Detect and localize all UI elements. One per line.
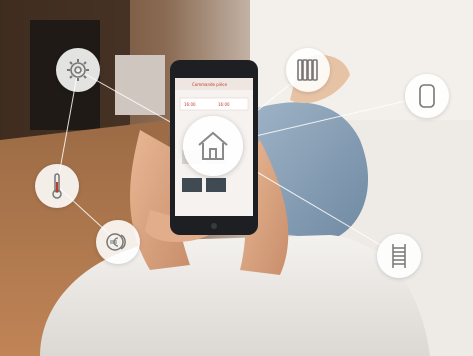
home-icon <box>198 131 228 160</box>
towel-rail-icon <box>392 244 406 268</box>
photo-scene: Commande pièce 16:00 16:00 <box>0 0 473 356</box>
gear-icon <box>67 59 89 81</box>
boiler-bubble <box>405 74 449 118</box>
thermometer-bubble <box>35 164 79 208</box>
euro-coins-icon <box>106 233 126 251</box>
gear-bubble <box>56 48 100 92</box>
phone-tab-right: 16:00 <box>218 102 230 107</box>
phone-tab-left: 16:00 <box>184 102 196 107</box>
boiler-icon <box>419 84 435 108</box>
home-hub <box>183 116 243 176</box>
savings-bubble <box>96 220 140 264</box>
thermometer-icon <box>52 173 62 199</box>
radiator-icon <box>297 59 318 81</box>
radiator-bubble <box>286 48 330 92</box>
towel-rail-bubble <box>377 234 421 278</box>
phone-screen-title: Commande pièce <box>192 82 228 87</box>
